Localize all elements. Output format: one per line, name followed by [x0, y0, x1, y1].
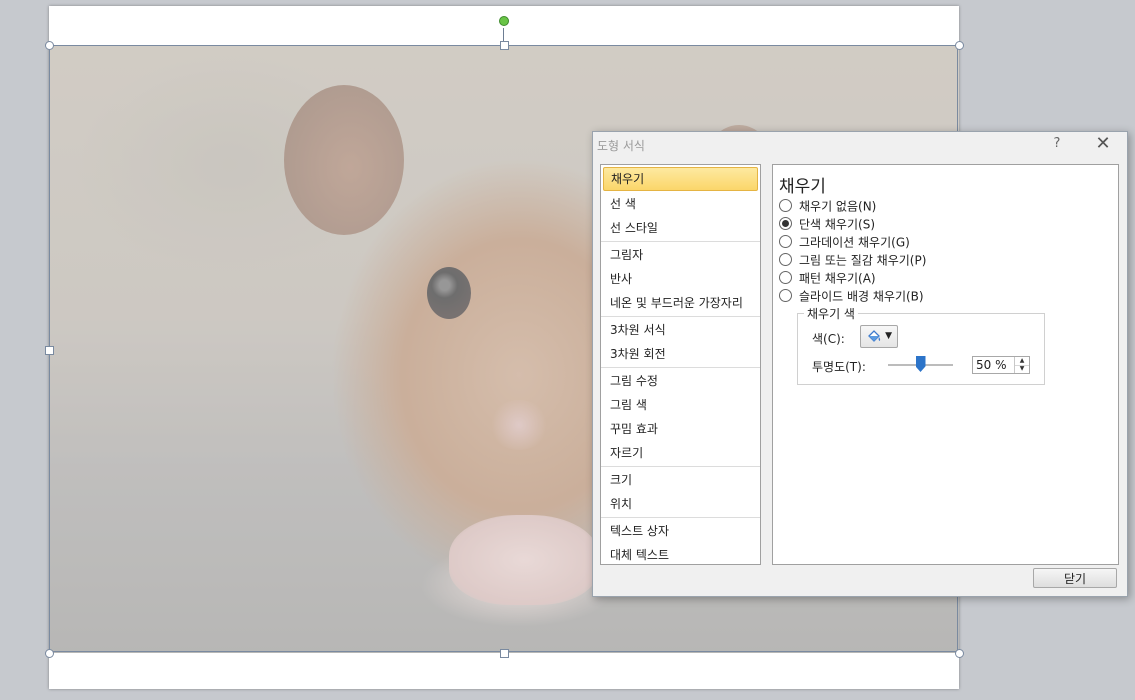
group-title: 채우기 색 [804, 305, 858, 322]
fill-color-group: 채우기 색 색(C): ▼ 투명도(T): 50 % ▲ ▼ [797, 305, 1045, 385]
transparency-spinbox[interactable]: 50 % ▲ ▼ [972, 356, 1030, 374]
rotation-handle[interactable] [499, 16, 509, 26]
help-button[interactable]: ? [1049, 136, 1065, 151]
paint-bucket-icon [866, 329, 882, 349]
radio-label: 슬라이드 배경 채우기(B) [799, 289, 924, 304]
nav-item-3d-format[interactable]: 3차원 서식 [601, 318, 760, 342]
nav-item-fill[interactable]: 채우기 [603, 167, 758, 191]
caret-down-icon: ▼ [885, 331, 892, 341]
resize-handle-left[interactable] [45, 346, 54, 355]
nav-item-picture-corrections[interactable]: 그림 수정 [601, 369, 760, 393]
nav-item-text-box[interactable]: 텍스트 상자 [601, 519, 760, 543]
nav-item-line-color[interactable]: 선 색 [601, 192, 760, 216]
resize-handle-bottom-left[interactable] [45, 649, 54, 658]
nav-item-reflection[interactable]: 반사 [601, 267, 760, 291]
radio-button[interactable] [779, 199, 792, 212]
nav-item-position[interactable]: 위치 [601, 492, 760, 516]
dialog-titlebar[interactable]: 도형 서식 ? ✕ [593, 132, 1127, 158]
radio-button[interactable] [779, 253, 792, 266]
nav-group-effects: 그림자 반사 네온 및 부드러운 가장자리 [601, 242, 760, 317]
nav-group-size: 크기 위치 [601, 467, 760, 518]
close-button[interactable]: 닫기 [1033, 568, 1117, 588]
radio-label: 패턴 채우기(A) [799, 271, 876, 286]
radio-solid-fill[interactable]: 단색 채우기(S) [779, 215, 875, 233]
radio-label: 채우기 없음(N) [799, 199, 877, 214]
radio-label: 그림 또는 질감 채우기(P) [799, 253, 927, 268]
resize-handle-bottom-right[interactable] [955, 649, 964, 658]
radio-button[interactable] [779, 289, 792, 302]
nav-group-text: 텍스트 상자 대체 텍스트 [601, 518, 760, 568]
fill-panel: 채우기 채우기 없음(N) 단색 채우기(S) 그라데이션 채우기(G) 그림 … [772, 164, 1119, 565]
radio-gradient-fill[interactable]: 그라데이션 채우기(G) [779, 233, 910, 251]
nav-item-alt-text[interactable]: 대체 텍스트 [601, 543, 760, 567]
nav-group-line: 채우기 선 색 선 스타일 [601, 165, 760, 242]
radio-button-checked[interactable] [779, 217, 792, 230]
fill-color-button[interactable]: ▼ [860, 325, 898, 348]
radio-pattern-fill[interactable]: 패턴 채우기(A) [779, 269, 876, 287]
resize-handle-bottom[interactable] [500, 649, 509, 658]
radio-label: 단색 채우기(S) [799, 217, 875, 232]
dialog-title: 도형 서식 [597, 139, 645, 153]
radio-no-fill[interactable]: 채우기 없음(N) [779, 197, 876, 215]
transparency-value[interactable]: 50 % [976, 358, 1007, 372]
transparency-slider-thumb[interactable] [915, 356, 926, 372]
radio-button[interactable] [779, 271, 792, 284]
nav-item-artistic-effects[interactable]: 꾸밈 효과 [601, 417, 760, 441]
nav-item-picture-color[interactable]: 그림 색 [601, 393, 760, 417]
nav-group-picture: 그림 수정 그림 색 꾸밈 효과 자르기 [601, 368, 760, 467]
resize-handle-top-left[interactable] [45, 41, 54, 50]
resize-handle-top-right[interactable] [955, 41, 964, 50]
nav-item-shadow[interactable]: 그림자 [601, 243, 760, 267]
radio-label: 그라데이션 채우기(G) [799, 235, 910, 250]
nav-item-crop[interactable]: 자르기 [601, 441, 760, 465]
nav-item-3d-rotation[interactable]: 3차원 회전 [601, 342, 760, 366]
spin-arrows: ▲ ▼ [1014, 357, 1029, 373]
category-list: 채우기 선 색 선 스타일 그림자 반사 네온 및 부드러운 가장자리 3차원 … [600, 164, 761, 565]
nav-group-3d: 3차원 서식 3차원 회전 [601, 317, 760, 368]
resize-handle-top[interactable] [500, 41, 509, 50]
color-label: 색(C): [812, 332, 845, 346]
radio-picture-texture-fill[interactable]: 그림 또는 질감 채우기(P) [779, 251, 926, 269]
format-shape-dialog: 도형 서식 ? ✕ 채우기 선 색 선 스타일 그림자 반사 네온 및 부드러운… [592, 131, 1128, 597]
nav-item-line-style[interactable]: 선 스타일 [601, 216, 760, 240]
nav-item-size[interactable]: 크기 [601, 468, 760, 492]
spin-down-icon[interactable]: ▼ [1015, 365, 1029, 373]
radio-button[interactable] [779, 235, 792, 248]
nav-item-glow-soft-edges[interactable]: 네온 및 부드러운 가장자리 [601, 291, 760, 315]
radio-slide-background-fill[interactable]: 슬라이드 배경 채우기(B) [779, 287, 924, 305]
panel-title: 채우기 [779, 177, 826, 197]
close-icon[interactable]: ✕ [1093, 134, 1113, 154]
transparency-label: 투명도(T): [812, 360, 866, 374]
